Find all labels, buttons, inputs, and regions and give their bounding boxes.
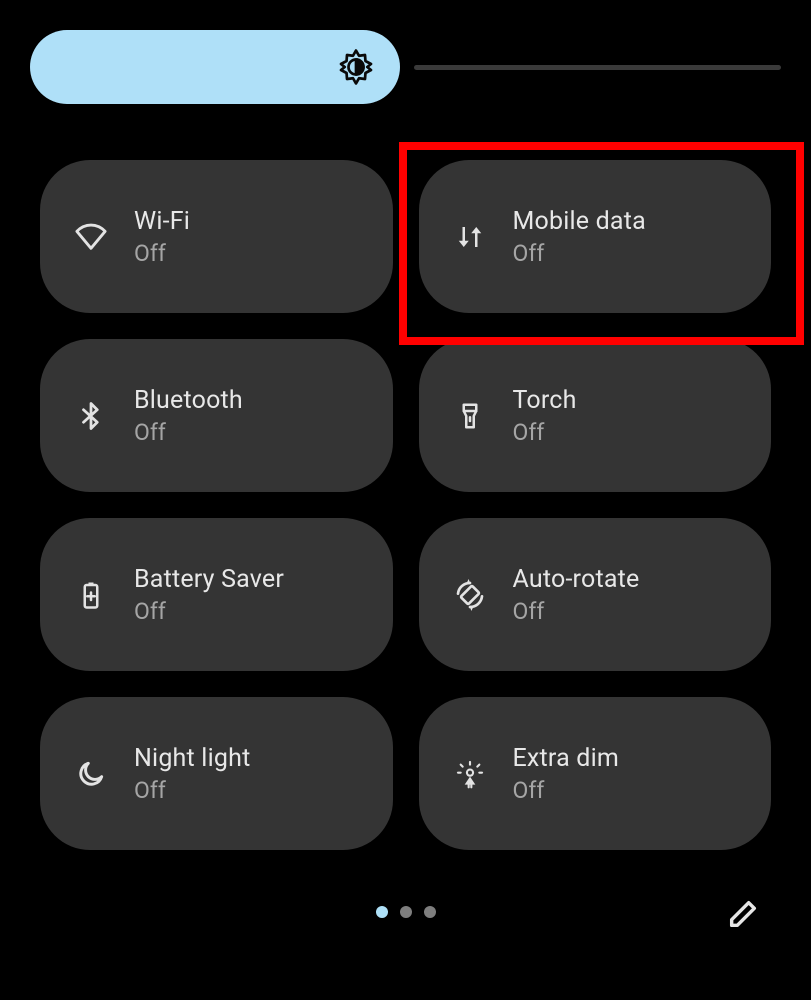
tile-label: Battery Saver <box>134 565 284 594</box>
tile-label: Wi-Fi <box>134 207 190 236</box>
edit-tiles-button[interactable] <box>719 890 767 938</box>
tile-status: Off <box>134 598 284 625</box>
pager-dot[interactable] <box>400 906 412 918</box>
brightness-slider-row <box>30 30 781 104</box>
tile-status: Off <box>134 419 243 446</box>
tile-status: Off <box>513 419 577 446</box>
tile-bluetooth[interactable]: Bluetooth Off <box>40 339 393 492</box>
night-light-icon <box>70 758 112 790</box>
pager-dots[interactable] <box>376 906 436 918</box>
tile-wifi[interactable]: Wi-Fi Off <box>40 160 393 313</box>
auto-rotate-icon <box>449 579 491 611</box>
quick-settings-tiles: Wi-Fi Off Mobile data Off <box>40 160 771 850</box>
bluetooth-icon <box>70 401 112 431</box>
wifi-icon <box>70 220 112 254</box>
tile-label: Auto-rotate <box>513 565 640 594</box>
tile-torch[interactable]: Torch Off <box>419 339 772 492</box>
tile-battery-saver[interactable]: Battery Saver Off <box>40 518 393 671</box>
mobile-data-icon <box>449 222 491 252</box>
pager-dot[interactable] <box>376 906 388 918</box>
tile-night-light[interactable]: Night light Off <box>40 697 393 850</box>
tile-status: Off <box>513 777 619 804</box>
tile-label: Extra dim <box>513 744 619 773</box>
extra-dim-icon <box>449 758 491 790</box>
tile-status: Off <box>513 240 646 267</box>
pencil-icon <box>726 897 760 931</box>
tile-mobile-data[interactable]: Mobile data Off <box>419 160 772 313</box>
tile-status: Off <box>134 777 250 804</box>
auto-brightness-icon <box>338 49 374 85</box>
tile-status: Off <box>513 598 640 625</box>
tile-status: Off <box>134 240 190 267</box>
brightness-slider[interactable] <box>30 30 400 104</box>
tile-extra-dim[interactable]: Extra dim Off <box>419 697 772 850</box>
brightness-track[interactable] <box>414 65 781 70</box>
tile-label: Night light <box>134 744 250 773</box>
tile-label: Mobile data <box>513 207 646 236</box>
battery-saver-icon <box>70 580 112 610</box>
tile-auto-rotate[interactable]: Auto-rotate Off <box>419 518 772 671</box>
torch-icon <box>449 401 491 431</box>
tile-label: Torch <box>513 386 577 415</box>
pager-dot[interactable] <box>424 906 436 918</box>
tile-label: Bluetooth <box>134 386 243 415</box>
